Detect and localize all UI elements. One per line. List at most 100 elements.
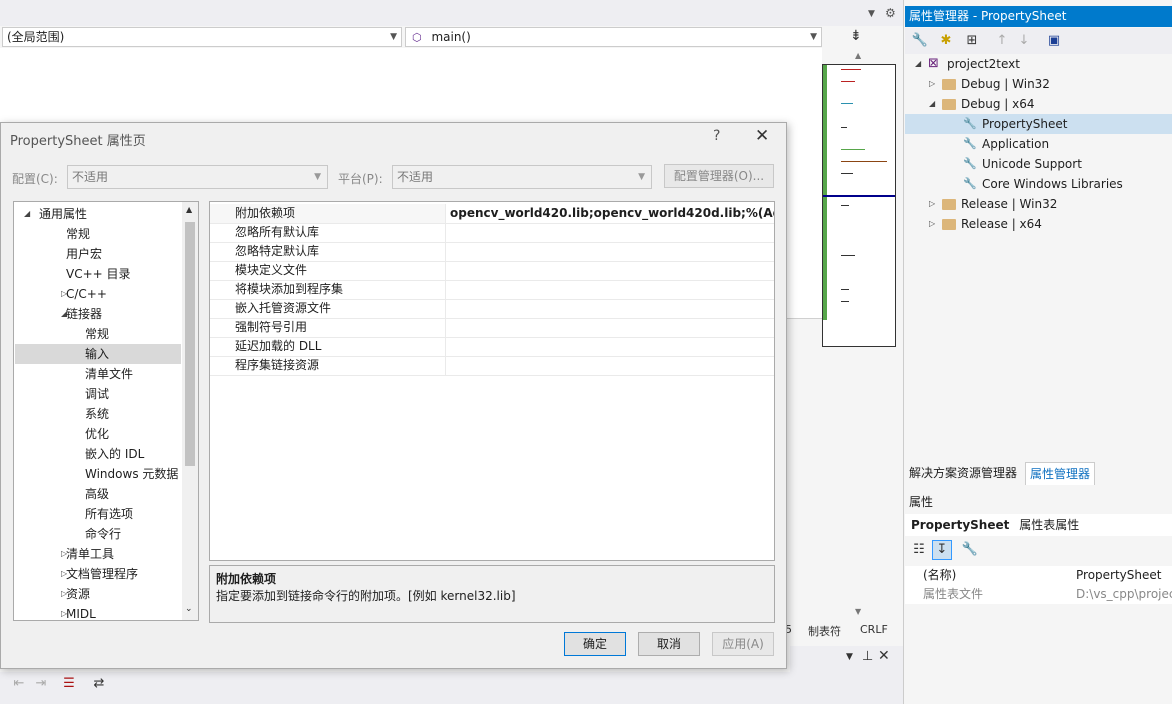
settings-tree-item[interactable]: 命令行: [85, 524, 121, 544]
property-tree-item[interactable]: 🔧 Core Windows Libraries: [905, 174, 1172, 194]
ok-button[interactable]: 确定: [564, 632, 626, 656]
property-tree-item[interactable]: 🔧 Application: [905, 134, 1172, 154]
close-icon[interactable]: ✕: [755, 126, 769, 146]
arrow-down-icon[interactable]: ↓: [1015, 32, 1033, 50]
help-icon[interactable]: ?: [713, 128, 720, 144]
tree-item-label: project2text: [947, 57, 1020, 71]
config-manager-button[interactable]: 配置管理器(O)...: [664, 164, 774, 188]
settings-tree-item[interactable]: VC++ 目录: [66, 264, 131, 284]
scope-combo[interactable]: (全局范围) ▼: [2, 27, 402, 47]
property-grid-row[interactable]: 忽略所有默认库: [210, 223, 774, 243]
settings-tree-item[interactable]: 系统: [85, 404, 109, 424]
tab-solution-explorer[interactable]: 解决方案资源管理器: [905, 462, 1021, 484]
status-crlf[interactable]: CRLF: [860, 623, 888, 636]
settings-tree-item[interactable]: Windows 元数据: [85, 464, 178, 484]
settings-tree-item[interactable]: 清单文件: [85, 364, 133, 384]
settings-tree-item[interactable]: 链接器: [66, 304, 102, 324]
settings-tree-item[interactable]: 通用属性: [39, 204, 87, 224]
split-editor-icon[interactable]: ⇟: [850, 28, 862, 44]
dropdown-arrow-icon[interactable]: ▼: [868, 9, 875, 19]
property-grid-row[interactable]: 延迟加载的 DLL: [210, 337, 774, 357]
property-tree-item[interactable]: ▷ Release | Win32: [905, 194, 1172, 214]
chevron-down-icon[interactable]: ⌄: [185, 604, 193, 614]
indent-left-icon[interactable]: ⇤: [10, 675, 28, 693]
indent-right-icon[interactable]: ⇥: [32, 675, 50, 693]
word-wrap-icon[interactable]: ⇄: [90, 675, 108, 693]
property-tree-item[interactable]: 🔧 PropertySheet: [905, 114, 1172, 134]
apply-button[interactable]: 应用(A): [712, 632, 774, 656]
settings-tree-item[interactable]: 文档管理程序: [66, 564, 138, 584]
status-line-ending-tab[interactable]: 制表符: [808, 623, 841, 639]
settings-tree-item[interactable]: MIDL: [66, 604, 96, 620]
folder-icon: [942, 199, 956, 210]
tree-scrollbar[interactable]: ▲ ⌄: [182, 202, 198, 620]
add-existing-sheet-icon[interactable]: ⊞: [963, 32, 981, 50]
new-sheet-icon[interactable]: ✱: [937, 32, 955, 50]
settings-tree-item[interactable]: 调试: [85, 384, 109, 404]
settings-tree-item[interactable]: 优化: [85, 424, 109, 444]
scroll-up-icon[interactable]: ▲: [186, 205, 192, 214]
property-row-name[interactable]: (名称) PropertySheet: [905, 566, 1172, 585]
code-minimap[interactable]: [822, 64, 896, 347]
function-combo[interactable]: ⬡ main() ▼: [405, 27, 822, 47]
cancel-button[interactable]: 取消: [638, 632, 700, 656]
tree-item-label: Unicode Support: [982, 157, 1082, 171]
dropdown-arrow-icon[interactable]: ▼: [846, 652, 853, 662]
alphabetical-icon[interactable]: ↧: [932, 540, 952, 560]
platform-combo[interactable]: 不适用 ▼: [392, 165, 652, 189]
arrow-up-icon[interactable]: ↑: [993, 32, 1011, 50]
property-grid-row[interactable]: 附加依赖项 opencv_world420.lib;opencv_world420…: [210, 204, 774, 224]
property-manager-tree: ◢ ⊠ project2text ▷ Debug | Win32 ◢ Debug | x64…: [905, 54, 1172, 462]
minimap-line: [841, 69, 861, 70]
clear-all-icon[interactable]: ☰: [60, 675, 78, 693]
property-grid-row[interactable]: 模块定义文件: [210, 261, 774, 281]
property-grid-value[interactable]: opencv_world420.lib;opencv_world420d.lib…: [450, 204, 774, 223]
settings-tree-item[interactable]: 输入: [85, 344, 109, 364]
close-icon[interactable]: ✕: [878, 648, 890, 664]
settings-tree-item[interactable]: C/C++: [66, 284, 107, 304]
scroll-down-icon[interactable]: ▼: [855, 607, 861, 616]
properties-object[interactable]: PropertySheet 属性表属性: [905, 514, 1172, 536]
property-tree-item[interactable]: 🔧 Unicode Support: [905, 154, 1172, 174]
expand-arrow-icon[interactable]: ▷: [929, 214, 935, 234]
expand-arrow-icon[interactable]: ▷: [929, 194, 935, 214]
property-grid-row[interactable]: 程序集链接资源: [210, 356, 774, 376]
chevron-down-icon: ▼: [390, 32, 397, 42]
property-value: PropertySheet: [1076, 568, 1162, 582]
settings-tree-item[interactable]: 常规: [66, 224, 90, 244]
pin-icon[interactable]: ⊥: [862, 649, 873, 664]
settings-tree-item[interactable]: 资源: [66, 584, 90, 604]
folder-icon: [942, 79, 956, 90]
config-combo[interactable]: 不适用 ▼: [67, 165, 328, 189]
settings-tree-item[interactable]: 高级: [85, 484, 109, 504]
collapse-arrow-icon[interactable]: ◢: [929, 94, 935, 114]
collapse-arrow-icon[interactable]: ◢: [915, 54, 921, 74]
property-tree-item[interactable]: ◢ Debug | x64: [905, 94, 1172, 114]
gear-icon[interactable]: ⚙: [885, 6, 896, 20]
property-tree-item[interactable]: ▷ Debug | Win32: [905, 74, 1172, 94]
collapse-arrow-icon[interactable]: ◢: [24, 204, 30, 224]
wrench-icon[interactable]: 🔧: [911, 32, 929, 50]
property-grid-row[interactable]: 强制符号引用: [210, 318, 774, 338]
settings-tree-item[interactable]: 常规: [85, 324, 109, 344]
property-grid-row[interactable]: 忽略特定默认库: [210, 242, 774, 262]
settings-tree-item[interactable]: 用户宏: [66, 244, 102, 264]
save-icon[interactable]: ▣: [1045, 32, 1063, 50]
tree-item-label: PropertySheet: [982, 117, 1068, 131]
scroll-up-icon[interactable]: ▲: [855, 51, 861, 60]
property-tree-item[interactable]: ◢ ⊠ project2text: [905, 54, 1172, 74]
minimap-line: [841, 255, 855, 256]
tab-property-manager[interactable]: 属性管理器: [1025, 462, 1096, 485]
property-grid-row[interactable]: 将模块添加到程序集: [210, 280, 774, 300]
property-tree-item[interactable]: ▷ Release | x64: [905, 214, 1172, 234]
property-row-file[interactable]: 属性表文件 D:\vs_cpp\projec: [905, 585, 1172, 604]
property-grid-row[interactable]: 嵌入托管资源文件: [210, 299, 774, 319]
property-grid-key: 强制符号引用: [210, 318, 446, 337]
settings-tree-item[interactable]: 嵌入的 IDL: [85, 444, 144, 464]
categorized-icon[interactable]: ☷: [910, 541, 928, 559]
expand-arrow-icon[interactable]: ▷: [929, 74, 935, 94]
settings-tree-item[interactable]: 所有选项: [85, 504, 133, 524]
settings-tree-item[interactable]: 清单工具: [66, 544, 114, 564]
scrollbar-thumb[interactable]: [185, 222, 195, 466]
wrench-icon[interactable]: 🔧: [961, 541, 979, 559]
